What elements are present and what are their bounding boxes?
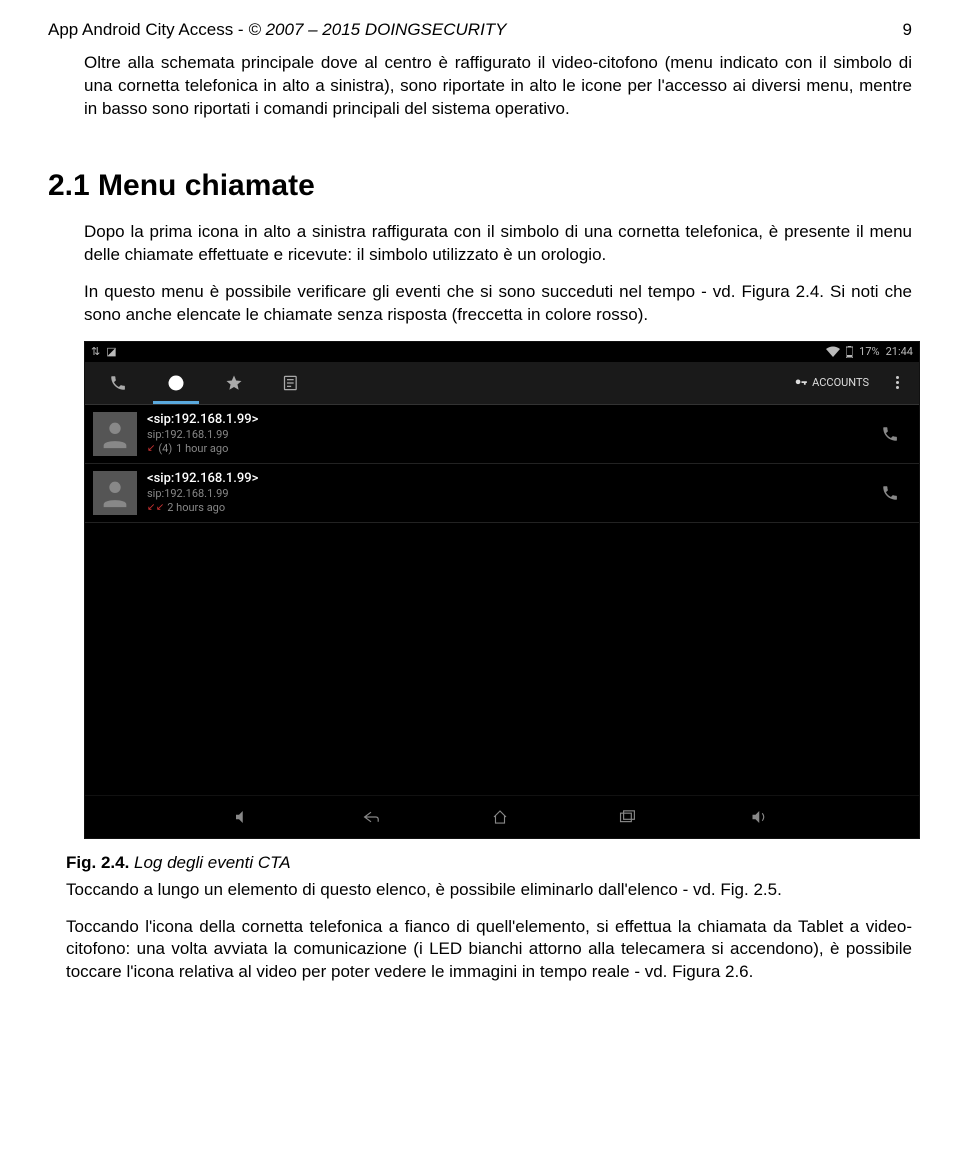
page-header: App Android City Access - © 2007 – 2015 … [48,20,912,40]
section-heading: 2.1 Menu chiamate [48,169,912,203]
call-count: (4) [158,442,172,455]
wifi-icon [826,346,840,357]
missed-call-icon: ↙ [147,443,154,454]
volume-up-icon[interactable] [749,808,771,826]
list-item[interactable]: <sip:192.168.1.99> sip:192.168.1.99 ↙ ↙ … [85,464,919,523]
call-time: 1 hour ago [176,442,228,455]
page-number: 9 [903,20,912,40]
paragraph-4: Toccando a lungo un elemento di questo e… [66,879,912,902]
back-icon[interactable] [361,809,381,825]
figure-caption: Fig. 2.4. Log degli eventi CTA [66,853,912,873]
missed-call-icon: ↙ ↙ [147,502,163,513]
android-screenshot: ⇅ ◪ 17% 21:44 [84,341,920,839]
battery-percent: 17% [859,345,879,358]
call-log-list: <sip:192.168.1.99> sip:192.168.1.99 ↙ (4… [85,405,919,797]
accounts-button[interactable]: ACCOUNTS [784,368,879,398]
paragraph-3: In questo menu è possibile verificare gl… [84,281,912,327]
caption-text: Log degli eventi CTA [129,853,290,872]
paragraph-intro: Oltre alla schemata principale dove al c… [84,52,912,121]
app-tab-bar: ACCOUNTS [85,362,919,405]
paragraph-2: Dopo la prima icona in alto a sinistra r… [84,221,912,267]
dial-button[interactable] [869,413,911,455]
header-copyright: © 2007 – 2015 DOINGSECURITY [248,20,506,39]
header-title: App Android City Access - [48,20,248,39]
status-time: 21:44 [886,345,913,358]
caption-number: Fig. 2.4. [66,853,129,872]
dial-button[interactable] [869,472,911,514]
recents-icon[interactable] [619,809,639,825]
android-nav-bar [85,795,919,838]
tab-recent[interactable] [147,362,205,404]
call-subtitle: sip:192.168.1.99 [147,487,869,500]
overflow-menu-icon[interactable] [879,374,915,391]
volume-down-icon[interactable] [233,808,251,826]
call-subtitle: sip:192.168.1.99 [147,428,869,441]
figure-screenshot: ⇅ ◪ 17% 21:44 [84,341,912,839]
avatar [93,412,137,456]
home-icon[interactable] [491,808,509,826]
notification-icon: ◪ [106,345,116,358]
tab-contacts[interactable] [263,362,321,404]
call-title: <sip:192.168.1.99> [147,412,869,427]
key-icon [794,376,808,390]
avatar [93,471,137,515]
list-item[interactable]: <sip:192.168.1.99> sip:192.168.1.99 ↙ (4… [85,405,919,464]
android-status-bar: ⇅ ◪ 17% 21:44 [85,342,919,362]
tab-favorites[interactable] [205,362,263,404]
call-title: <sip:192.168.1.99> [147,471,869,486]
tab-dialer[interactable] [89,362,147,404]
accounts-label: ACCOUNTS [812,376,869,389]
paragraph-5: Toccando l'icona della cornetta telefoni… [66,916,912,985]
call-time: 2 hours ago [167,501,225,514]
battery-icon [846,346,853,358]
usb-icon: ⇅ [91,345,100,358]
